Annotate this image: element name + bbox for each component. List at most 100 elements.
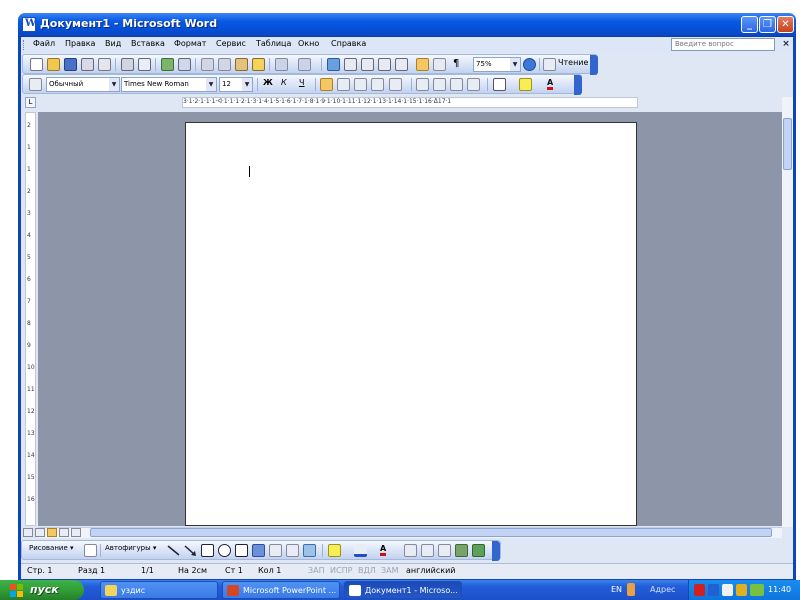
print-icon[interactable] (121, 58, 134, 71)
reading-view-icon[interactable] (71, 528, 81, 537)
print-preview-icon[interactable] (138, 58, 151, 71)
wordart-icon[interactable] (252, 544, 265, 557)
document-map-icon[interactable] (433, 58, 446, 71)
tray-app-icon[interactable] (736, 584, 747, 596)
shadow-style-icon[interactable] (455, 544, 468, 557)
vertical-scroll-thumb[interactable] (783, 118, 792, 170)
menu-tools[interactable]: Сервис (216, 39, 246, 48)
menu-table[interactable]: Таблица (256, 39, 291, 48)
paste-icon[interactable] (235, 58, 248, 71)
line-color-icon[interactable] (354, 544, 367, 557)
help-icon[interactable] (523, 58, 536, 71)
toolbar-options-icon[interactable] (574, 75, 582, 95)
restore-button[interactable]: ❐ (759, 16, 776, 33)
italic-button[interactable]: К (281, 78, 287, 87)
outline-view-icon[interactable] (59, 528, 69, 537)
oval-tool-icon[interactable] (218, 544, 231, 557)
horizontal-ruler[interactable]: 3·1·2·1·1·1·ᐊ·1·1·1·2·1·3·1·4·1·5·1·6·1·… (182, 97, 638, 108)
reading-mode-icon[interactable] (543, 58, 556, 71)
redo-icon[interactable] (298, 58, 311, 71)
status-track-changes[interactable]: ИСПР (330, 566, 352, 575)
network-icon[interactable] (708, 584, 719, 596)
toolbar-options-icon[interactable] (492, 541, 500, 561)
font-select[interactable]: Times New Roman ▼ (121, 77, 217, 92)
bold-button[interactable]: Ж (263, 78, 273, 87)
insert-excel-icon[interactable] (378, 58, 391, 71)
word-app-icon[interactable] (22, 17, 36, 32)
menu-window[interactable]: Окно (298, 39, 319, 48)
permission-icon[interactable] (81, 58, 94, 71)
numbering-icon[interactable] (416, 78, 429, 91)
tray-status-icon[interactable] (750, 584, 764, 596)
fill-color-icon[interactable] (328, 544, 341, 557)
new-document-icon[interactable] (30, 58, 43, 71)
menu-edit[interactable]: Правка (65, 39, 95, 48)
highlight-icon[interactable] (519, 78, 532, 91)
autoshapes-button[interactable]: Автофигуры ▾ (105, 544, 156, 552)
close-button[interactable]: ✕ (777, 16, 794, 33)
address-bar-label[interactable]: Адрес (650, 585, 675, 594)
zoom-select[interactable]: 75% ▼ (473, 57, 521, 72)
columns-icon[interactable] (395, 58, 408, 71)
undo-icon[interactable] (275, 58, 288, 71)
menu-grip[interactable] (23, 40, 26, 50)
line-spacing-icon[interactable] (389, 78, 402, 91)
language-indicator[interactable]: EN (611, 585, 622, 594)
font-size-select[interactable]: 12 ▼ (219, 77, 253, 92)
menu-view[interactable]: Вид (105, 39, 121, 48)
taskbar-item-word[interactable]: Документ1 - Microso... (344, 581, 462, 599)
minimize-button[interactable]: _ (741, 16, 758, 33)
menu-insert[interactable]: Вставка (131, 39, 165, 48)
align-right-icon[interactable] (354, 78, 367, 91)
antivirus-icon[interactable] (694, 584, 705, 596)
styles-pane-icon[interactable] (29, 78, 42, 91)
textbox-tool-icon[interactable] (235, 544, 248, 557)
drawing-toggle-icon[interactable] (416, 58, 429, 71)
3d-style-icon[interactable] (472, 544, 485, 557)
line-style-icon[interactable] (404, 544, 417, 557)
draw-font-color-button[interactable]: A (380, 544, 387, 556)
web-view-icon[interactable] (35, 528, 45, 537)
align-left-icon[interactable] (320, 78, 333, 91)
format-painter-icon[interactable] (252, 58, 265, 71)
line-tool-icon[interactable] (167, 544, 180, 557)
toolbar-options-icon[interactable] (590, 55, 598, 75)
copy-icon[interactable] (218, 58, 231, 71)
diagram-icon[interactable] (269, 544, 282, 557)
menu-help[interactable]: Справка (331, 39, 366, 48)
tab-selector[interactable]: L (25, 97, 36, 108)
document-page[interactable] (185, 122, 637, 526)
menu-file[interactable]: Файл (33, 39, 55, 48)
print-layout-icon[interactable] (47, 528, 57, 537)
status-overtype[interactable]: ЗАМ (381, 566, 399, 575)
hyperlink-icon[interactable] (327, 58, 340, 71)
open-folder-icon[interactable] (47, 58, 60, 71)
clipart-icon[interactable] (286, 544, 299, 557)
status-extend[interactable]: ВДЛ (358, 566, 376, 575)
rectangle-tool-icon[interactable] (201, 544, 214, 557)
reading-mode-button[interactable]: Чтение (558, 58, 588, 67)
volume-icon[interactable] (722, 584, 733, 596)
email-icon[interactable] (98, 58, 111, 71)
insert-picture-icon[interactable] (303, 544, 316, 557)
cut-icon[interactable] (201, 58, 214, 71)
align-center-icon[interactable] (337, 78, 350, 91)
input-indicator-icon[interactable] (627, 583, 635, 596)
spelling-icon[interactable] (161, 58, 174, 71)
decrease-indent-icon[interactable] (450, 78, 463, 91)
justify-icon[interactable] (371, 78, 384, 91)
select-objects-icon[interactable] (84, 544, 97, 557)
status-language[interactable]: английский (406, 566, 455, 575)
menu-format[interactable]: Формат (174, 39, 206, 48)
taskbar-item-folder[interactable]: уздис (100, 581, 218, 599)
vertical-ruler[interactable] (25, 112, 36, 526)
taskbar-item-powerpoint[interactable]: Microsoft PowerPoint ... (222, 581, 340, 599)
help-search-input[interactable]: Введите вопрос (671, 38, 775, 51)
horizontal-scroll-thumb[interactable] (90, 528, 772, 537)
close-document-button[interactable]: × (781, 39, 791, 50)
arrow-style-icon[interactable] (438, 544, 451, 557)
borders-icon[interactable] (493, 78, 506, 91)
normal-view-icon[interactable] (23, 528, 33, 537)
underline-button[interactable]: Ч (299, 78, 304, 87)
bullets-icon[interactable] (433, 78, 446, 91)
